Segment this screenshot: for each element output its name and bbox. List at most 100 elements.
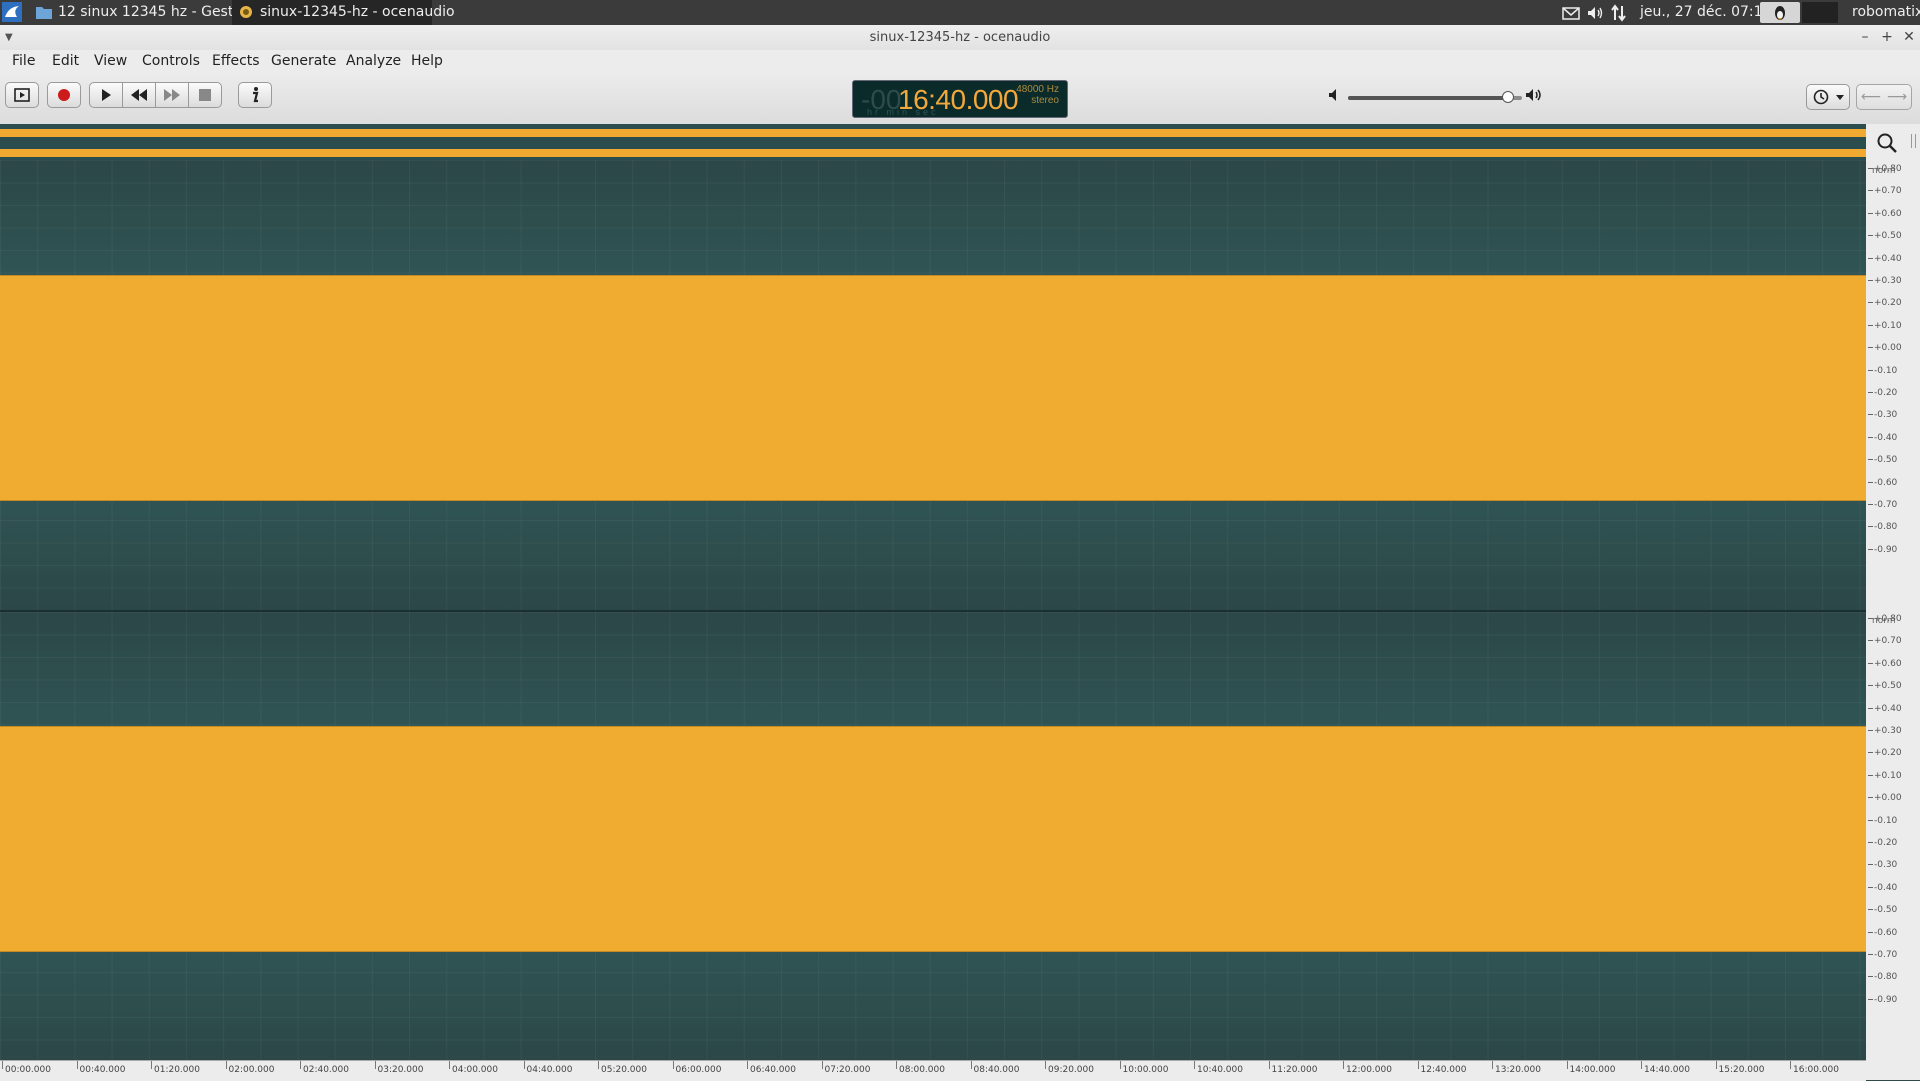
menu-analyze[interactable]: Analyze bbox=[346, 50, 401, 72]
stop-icon bbox=[199, 89, 211, 101]
menu-help[interactable]: Help bbox=[411, 50, 443, 72]
back-arrow-icon[interactable]: ⟵ bbox=[1859, 89, 1883, 105]
time-tick-label: 05:20.000 bbox=[598, 1061, 647, 1075]
channel-right[interactable] bbox=[0, 612, 1866, 1062]
maximize-button[interactable]: + bbox=[1877, 25, 1897, 50]
amplitude-bottom-tick: -0.10 bbox=[1868, 816, 1897, 826]
amplitude-bottom-tick: +0.10 bbox=[1868, 771, 1902, 781]
amplitude-top-tick: -0.70 bbox=[1868, 500, 1897, 510]
volume-max-icon[interactable] bbox=[1525, 88, 1543, 102]
time-units: hr min sec bbox=[867, 107, 939, 117]
waveform-left bbox=[0, 275, 1866, 501]
ocenaudio-app-icon bbox=[240, 6, 252, 18]
amplitude-bottom-tick: -0.90 bbox=[1868, 995, 1897, 1005]
amplitude-top-tick: +0.60 bbox=[1868, 209, 1902, 219]
amplitude-bottom-tick: +0.00 bbox=[1868, 793, 1902, 803]
clock[interactable]: jeu., 27 déc. 07:18 bbox=[1640, 0, 1771, 25]
toggle-view-button[interactable] bbox=[5, 82, 39, 108]
time-tick-label: 07:20.000 bbox=[821, 1061, 871, 1075]
forward-arrow-icon[interactable]: ⟶ bbox=[1885, 89, 1909, 105]
menu-effects[interactable]: Effects bbox=[212, 50, 260, 72]
amplitude-top-tick: +0.00 bbox=[1868, 343, 1902, 353]
amplitude-top-tick: -0.90 bbox=[1868, 545, 1897, 555]
fast-forward-icon bbox=[164, 89, 180, 101]
menu-bar: File Edit View Controls Effects Generate… bbox=[0, 50, 1920, 72]
user-avatar[interactable] bbox=[1760, 2, 1800, 23]
clock-icon bbox=[1813, 89, 1829, 105]
amplitude-top-tick: -0.20 bbox=[1868, 388, 1897, 398]
time-tick-label: 12:00.000 bbox=[1343, 1061, 1392, 1075]
menu-file[interactable]: File bbox=[12, 50, 35, 72]
amplitude-bottom-tick: -0.50 bbox=[1868, 905, 1897, 915]
play-icon bbox=[102, 89, 111, 101]
amplitude-bottom-tick: +0.60 bbox=[1868, 659, 1902, 669]
record-button[interactable] bbox=[47, 82, 81, 108]
time-tick-label: 14:00.000 bbox=[1566, 1061, 1616, 1075]
window-menu-arrow-icon[interactable]: ▼ bbox=[5, 25, 13, 50]
rewind-icon bbox=[131, 89, 147, 101]
amplitude-top-tick: +0.80 bbox=[1868, 164, 1902, 174]
menu-view[interactable]: View bbox=[94, 50, 127, 72]
close-button[interactable]: ✕ bbox=[1899, 25, 1919, 50]
panel-toggle-icon bbox=[14, 88, 30, 102]
waveform-right bbox=[0, 726, 1866, 952]
format-info: 48000 Hz stereo bbox=[1016, 84, 1059, 106]
time-tick-label: 12:40.000 bbox=[1417, 1061, 1467, 1075]
time-ruler[interactable]: 00:00.000 00:40.000 01:20.000 02:00.000 02:4… bbox=[0, 1060, 1866, 1081]
history-button[interactable] bbox=[1806, 84, 1850, 110]
time-tick-label: 04:00.000 bbox=[449, 1061, 498, 1075]
time-tick-label: 10:40.000 bbox=[1194, 1061, 1243, 1075]
time-tick-label: 04:40.000 bbox=[523, 1061, 573, 1075]
fast-forward-button[interactable] bbox=[155, 82, 189, 108]
system-panel: 12 sinux 12345 hz - Gestion... sinux-123… bbox=[0, 0, 1920, 25]
amplitude-bottom-tick: +0.70 bbox=[1868, 636, 1902, 646]
time-tick-label: 08:00.000 bbox=[896, 1061, 945, 1075]
navigation-group: ⟵ ⟶ bbox=[1856, 84, 1912, 110]
time-display[interactable]: -00 16:40.000 48000 Hz stereo hr min sec bbox=[852, 80, 1068, 118]
waveform-overview[interactable] bbox=[0, 124, 1866, 160]
speaker-icon[interactable] bbox=[1586, 4, 1604, 22]
channel-mode: stereo bbox=[1031, 95, 1059, 106]
search-icon[interactable] bbox=[1876, 132, 1898, 154]
stop-button[interactable] bbox=[188, 82, 222, 108]
mail-icon[interactable] bbox=[1562, 4, 1580, 22]
time-tick-label: 11:20.000 bbox=[1268, 1061, 1318, 1075]
menu-controls[interactable]: Controls bbox=[142, 50, 200, 72]
taskbar-item-ocenaudio[interactable]: sinux-12345-hz - ocenaudio bbox=[232, 0, 455, 25]
amplitude-bottom-tick: -0.60 bbox=[1868, 928, 1897, 938]
play-button[interactable] bbox=[89, 82, 123, 108]
channel-left[interactable] bbox=[0, 160, 1866, 610]
volume-min-icon[interactable] bbox=[1328, 88, 1342, 102]
taskbar-item-file-manager[interactable]: 12 sinux 12345 hz - Gestion... bbox=[30, 0, 268, 25]
amplitude-top-tick: -0.10 bbox=[1868, 366, 1897, 376]
rewind-button[interactable] bbox=[122, 82, 156, 108]
window-title: sinux-12345-hz - ocenaudio bbox=[869, 30, 1051, 45]
amplitude-bottom-tick: +0.20 bbox=[1868, 748, 1902, 758]
info-button[interactable] bbox=[238, 82, 272, 108]
time-tick-label: 00:00.000 bbox=[2, 1061, 51, 1075]
minimize-button[interactable]: – bbox=[1855, 25, 1875, 50]
amplitude-top-tick: -0.50 bbox=[1868, 455, 1897, 465]
amplitude-top-tick: +0.10 bbox=[1868, 321, 1902, 331]
amplitude-ruler: norm +0.80 +0.70 +0.60 +0.50 +0.40 +0.30 +0.20… bbox=[1866, 124, 1920, 1080]
volume-slider-thumb[interactable] bbox=[1502, 91, 1515, 103]
menu-generate[interactable]: Generate bbox=[271, 50, 336, 72]
amplitude-bottom-tick: -0.70 bbox=[1868, 950, 1897, 960]
menu-edit[interactable]: Edit bbox=[52, 50, 79, 72]
overview-channel-left bbox=[0, 129, 1866, 137]
splitter-handle[interactable] bbox=[1911, 134, 1916, 148]
toolbar: -00 16:40.000 48000 Hz stereo hr min sec… bbox=[0, 72, 1920, 125]
time-tick-label: 02:40.000 bbox=[300, 1061, 349, 1075]
time-tick-label: 06:40.000 bbox=[747, 1061, 796, 1075]
time-tick-label: 00:40.000 bbox=[76, 1061, 126, 1075]
volume-slider[interactable] bbox=[1348, 91, 1522, 103]
chevron-down-icon bbox=[1836, 95, 1844, 100]
app-menu-logo-icon[interactable] bbox=[2, 2, 22, 22]
time-tick-label: 14:40.000 bbox=[1641, 1061, 1690, 1075]
amplitude-bottom-tick: -0.20 bbox=[1868, 838, 1897, 848]
network-arrows-icon[interactable] bbox=[1610, 4, 1628, 22]
username[interactable]: robomatix bbox=[1852, 0, 1920, 25]
taskbar-item-label: sinux-12345-hz - ocenaudio bbox=[260, 4, 455, 20]
waveform-editor[interactable] bbox=[0, 124, 1866, 1062]
info-icon bbox=[253, 87, 259, 103]
